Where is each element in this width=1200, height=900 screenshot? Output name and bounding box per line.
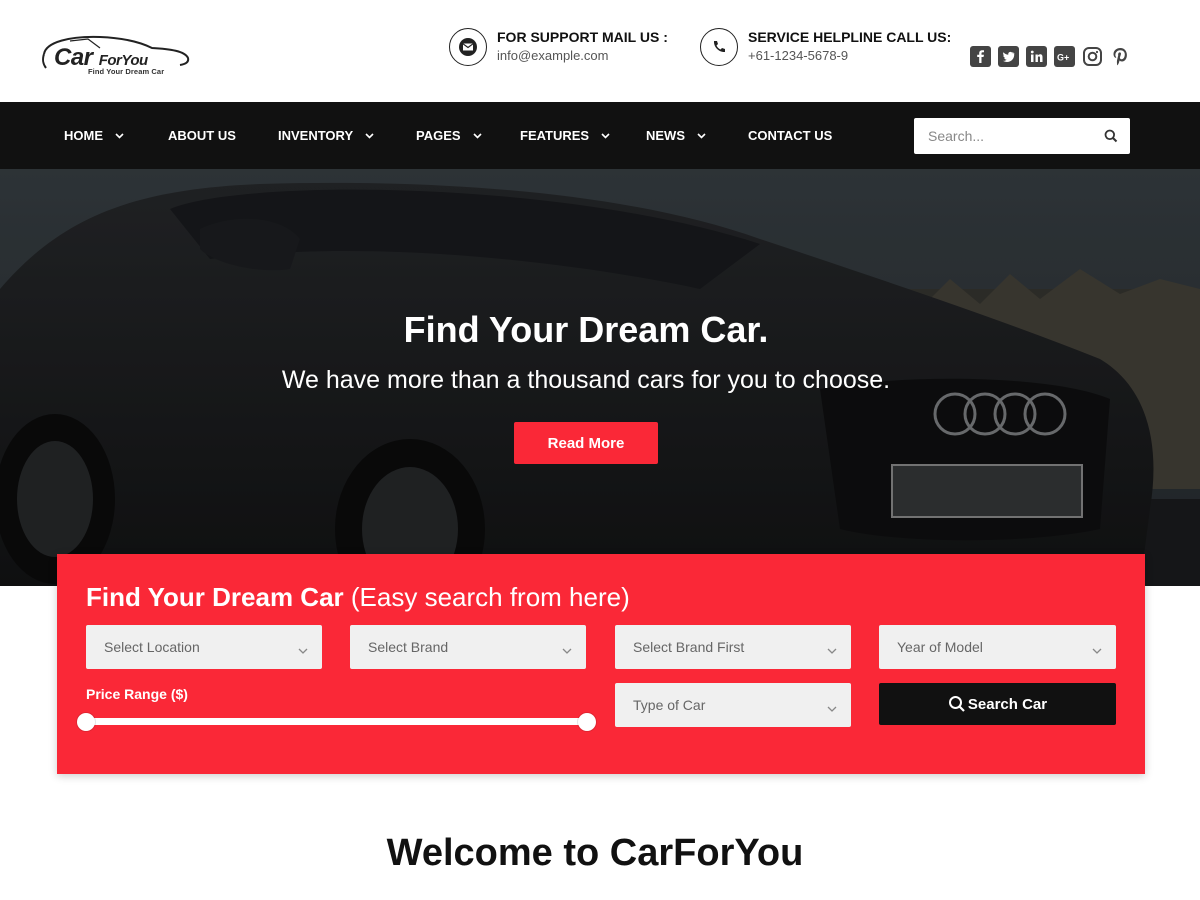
nav-label: PAGES bbox=[416, 128, 461, 143]
phone-icon bbox=[700, 28, 738, 66]
price-max-handle[interactable] bbox=[578, 713, 596, 731]
model-select[interactable]: Select Brand First bbox=[615, 625, 851, 669]
nav-item-home[interactable]: HOME bbox=[64, 102, 124, 169]
chevron-down-icon bbox=[562, 642, 572, 660]
car-type-select-value: Type of Car bbox=[633, 697, 706, 713]
svg-text:G+: G+ bbox=[1057, 52, 1069, 62]
logo-tagline: Find Your Dream Car bbox=[88, 67, 165, 76]
price-range-track[interactable] bbox=[86, 718, 587, 725]
brand-select[interactable]: Select Brand bbox=[350, 625, 586, 669]
chevron-down-icon bbox=[115, 132, 124, 139]
pinterest-icon[interactable] bbox=[1109, 45, 1131, 67]
nav-label: INVENTORY bbox=[278, 128, 354, 143]
hero-subtitle: We have more than a thousand cars for yo… bbox=[281, 366, 891, 394]
chevron-down-icon bbox=[1092, 642, 1102, 660]
chevron-down-icon bbox=[697, 132, 706, 139]
search-title-bold: Find Your Dream Car bbox=[86, 582, 344, 612]
chevron-down-icon bbox=[827, 700, 837, 718]
nav-search-box bbox=[914, 118, 1130, 154]
search-title-light: (Easy search from here) bbox=[350, 582, 630, 612]
linkedin-icon[interactable] bbox=[1025, 45, 1047, 67]
top-header: Car ForYou Find Your Dream Car FOR SUPPO… bbox=[0, 0, 1200, 102]
google-plus-icon[interactable]: G+ bbox=[1053, 45, 1075, 67]
nav-item-pages[interactable]: PAGES bbox=[416, 102, 482, 169]
site-logo[interactable]: Car ForYou Find Your Dream Car bbox=[40, 28, 200, 78]
facebook-icon[interactable] bbox=[969, 45, 991, 67]
nav-label: ABOUT US bbox=[168, 128, 236, 143]
hero-banner: Find Your Dream Car. We have more than a… bbox=[0, 169, 1200, 586]
nav-item-news[interactable]: NEWS bbox=[646, 102, 706, 169]
model-select-value: Select Brand First bbox=[633, 639, 745, 655]
nav-item-features[interactable]: FEATURES bbox=[520, 102, 610, 169]
search-icon bbox=[948, 696, 965, 712]
car-type-select[interactable]: Type of Car bbox=[615, 683, 851, 727]
nav-item-inventory[interactable]: INVENTORY bbox=[278, 102, 374, 169]
nav-label: FEATURES bbox=[520, 128, 590, 143]
nav-label: NEWS bbox=[646, 128, 685, 143]
car-search-panel: Find Your Dream Car (Easy search from he… bbox=[57, 554, 1145, 774]
search-car-label: Search Car bbox=[967, 695, 1048, 713]
search-panel-title: Find Your Dream Car (Easy search from he… bbox=[86, 582, 630, 613]
envelope-icon bbox=[449, 28, 487, 66]
chevron-down-icon bbox=[827, 642, 837, 660]
chevron-down-icon bbox=[298, 642, 308, 660]
nav-label: CONTACT US bbox=[748, 128, 833, 143]
year-select-value: Year of Model bbox=[897, 639, 983, 655]
instagram-icon[interactable] bbox=[1081, 45, 1103, 67]
brand-select-value: Select Brand bbox=[368, 639, 449, 655]
nav-item-contact-us[interactable]: CONTACT US bbox=[748, 102, 832, 169]
location-select-value: Select Location bbox=[104, 639, 200, 655]
support-label: FOR SUPPORT MAIL US : bbox=[497, 29, 668, 45]
nav-label: HOME bbox=[64, 128, 103, 143]
chevron-down-icon bbox=[365, 132, 374, 139]
helpline-number[interactable]: +61-1234-5678-9 bbox=[748, 48, 848, 63]
search-car-button[interactable]: Search Car bbox=[879, 683, 1116, 725]
search-icon[interactable] bbox=[1104, 129, 1118, 148]
support-email[interactable]: info@example.com bbox=[497, 48, 608, 63]
nav-item-about-us[interactable]: ABOUT US bbox=[168, 102, 236, 169]
price-min-handle[interactable] bbox=[77, 713, 95, 731]
search-input[interactable] bbox=[914, 118, 1094, 154]
price-range-label: Price Range ($) bbox=[86, 686, 188, 702]
location-select[interactable]: Select Location bbox=[86, 625, 322, 669]
read-more-button[interactable]: Read More bbox=[514, 422, 658, 464]
helpline-label: SERVICE HELPLINE CALL US: bbox=[748, 29, 952, 45]
welcome-heading: Welcome to CarForYou bbox=[386, 832, 804, 874]
social-links: G+ bbox=[969, 45, 1131, 67]
hero-title: Find Your Dream Car. bbox=[403, 309, 769, 350]
twitter-icon[interactable] bbox=[997, 45, 1019, 67]
chevron-down-icon bbox=[601, 132, 610, 139]
year-select[interactable]: Year of Model bbox=[879, 625, 1116, 669]
chevron-down-icon bbox=[472, 132, 482, 139]
